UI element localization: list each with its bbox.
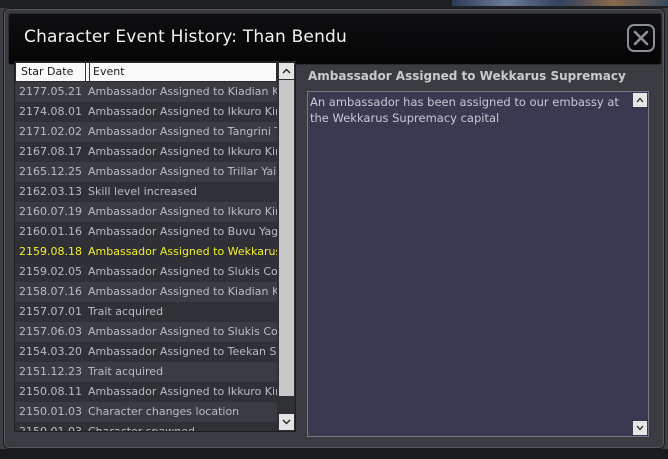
row-event: Trait acquired	[88, 305, 164, 318]
row-event: Ambassador Assigned to Kiadian Kingd	[88, 85, 277, 98]
arrow-down-icon	[282, 419, 291, 425]
detail-scrollbar[interactable]	[633, 92, 648, 436]
table-row[interactable]: 2160.01.16 Ambassador Assigned to Buvu Ya…	[15, 222, 277, 242]
game-bottom-bar	[0, 449, 668, 459]
row-star-date: 2174.08.01	[19, 105, 82, 118]
column-header-star-date[interactable]: Star Date	[16, 63, 86, 81]
table-row[interactable]: 2150.01.03 Character changes location	[15, 402, 277, 422]
row-star-date: 2150.01.03	[19, 405, 82, 418]
table-row[interactable]: 2151.12.23 Trait acquired	[15, 362, 277, 382]
table-row[interactable]: 2158.07.16 Ambassador Assigned to Kiadian…	[15, 282, 277, 302]
row-event: Character spawned	[88, 425, 195, 432]
row-event: Trait acquired	[88, 365, 164, 378]
table-row[interactable]: 2165.12.25 Ambassador Assigned to Trillar…	[15, 162, 277, 182]
detail-scroll-up-button[interactable]	[633, 93, 647, 107]
row-star-date: 2157.06.03	[19, 325, 82, 338]
event-detail-panel: An ambassador has been assigned to our e…	[307, 91, 649, 437]
event-rows: 2177.05.21 Ambassador Assigned to Kiadian…	[15, 82, 277, 432]
scroll-thumb[interactable]	[279, 80, 294, 396]
row-event: Character changes location	[88, 405, 240, 418]
background-image	[452, 0, 668, 6]
scroll-down-button[interactable]	[279, 414, 294, 430]
scroll-up-button[interactable]	[279, 63, 294, 79]
table-row[interactable]: 2157.07.01 Trait acquired	[15, 302, 277, 322]
arrow-up-icon	[636, 97, 644, 103]
row-star-date: 2162.03.13	[19, 185, 82, 198]
row-star-date: 2154.03.20	[19, 345, 82, 358]
row-event: Ambassador Assigned to Ikkuro Kingdo	[88, 385, 277, 398]
row-star-date: 2159.02.05	[19, 265, 82, 278]
event-detail-text: An ambassador has been assigned to our e…	[310, 95, 619, 125]
table-row[interactable]: 2160.07.19 Ambassador Assigned to Ikkuro …	[15, 202, 277, 222]
table-row[interactable]: 2162.03.13 Skill level increased	[15, 182, 277, 202]
close-button[interactable]	[627, 24, 655, 52]
row-star-date: 2158.07.16	[19, 285, 82, 298]
column-header-event[interactable]: Event	[89, 63, 125, 81]
row-event: Ambassador Assigned to Ikkuro Kingdo	[88, 105, 277, 118]
row-event: Ambassador Assigned to Teekan Syn	[88, 345, 277, 358]
row-star-date: 2171.02.02	[19, 125, 82, 138]
list-scrollbar[interactable]	[278, 62, 295, 431]
row-event: Ambassador Assigned to Ikkuro Kingdo	[88, 145, 277, 158]
row-star-date: 2165.12.25	[19, 165, 82, 178]
table-row[interactable]: 2159.02.05 Ambassador Assigned to Slukis …	[15, 262, 277, 282]
window-title: Character Event History: Than Bendu	[24, 27, 348, 47]
row-star-date: 2167.08.17	[19, 145, 82, 158]
row-event: Ambassador Assigned to Kiadian Kingd	[88, 285, 277, 298]
table-row-selected[interactable]: 2159.08.18 Ambassador Assigned to Wekkaru…	[15, 242, 277, 262]
table-row[interactable]: 2174.08.01 Ambassador Assigned to Ikkuro …	[15, 102, 277, 122]
row-star-date: 2157.07.01	[19, 305, 82, 318]
event-detail-title: Ambassador Assigned to Wekkarus Supremac…	[308, 69, 626, 83]
row-event: Ambassador Assigned to Tangrini Tec	[88, 125, 277, 138]
title-bar: Character Event History: Than Bendu	[8, 13, 662, 65]
list-header: Star Date Event	[15, 62, 277, 82]
row-event: Ambassador Assigned to Buvu Yagin	[88, 225, 277, 238]
row-star-date: 2150.08.11	[19, 385, 82, 398]
close-icon	[633, 30, 649, 46]
row-star-date: 2160.01.16	[19, 225, 82, 238]
table-row[interactable]: 2157.06.03 Ambassador Assigned to Slukis …	[15, 322, 277, 342]
table-row[interactable]: 2154.03.20 Ambassador Assigned to Teekan …	[15, 342, 277, 362]
table-row[interactable]: 2150.01.03 Character spawned	[15, 422, 277, 432]
row-star-date: 2150.01.03	[19, 425, 82, 432]
row-star-date: 2160.07.19	[19, 205, 82, 218]
arrow-down-icon	[636, 425, 644, 431]
row-event: Ambassador Assigned to Ikkuro Kingdo	[88, 205, 277, 218]
row-event: Ambassador Assigned to Trillar Yaigar	[88, 165, 277, 178]
row-star-date: 2151.12.23	[19, 365, 82, 378]
row-event: Skill level increased	[88, 185, 198, 198]
event-list[interactable]: Star Date Event 2177.05.21 Ambassador Ass…	[14, 61, 296, 432]
table-row[interactable]: 2150.08.11 Ambassador Assigned to Ikkuro …	[15, 382, 277, 402]
row-event: Ambassador Assigned to Wekkarus S	[88, 245, 277, 258]
table-row[interactable]: 2167.08.17 Ambassador Assigned to Ikkuro …	[15, 142, 277, 162]
table-row[interactable]: 2171.02.02 Ambassador Assigned to Tangrin…	[15, 122, 277, 142]
arrow-up-icon	[282, 68, 291, 74]
row-star-date: 2159.08.18	[19, 245, 82, 258]
row-star-date: 2177.05.21	[19, 85, 82, 98]
row-event: Ambassador Assigned to Slukis Confe	[88, 265, 277, 278]
table-row[interactable]: 2177.05.21 Ambassador Assigned to Kiadian…	[15, 82, 277, 102]
detail-scroll-down-button[interactable]	[633, 421, 647, 435]
row-event: Ambassador Assigned to Slukis Confe	[88, 325, 277, 338]
